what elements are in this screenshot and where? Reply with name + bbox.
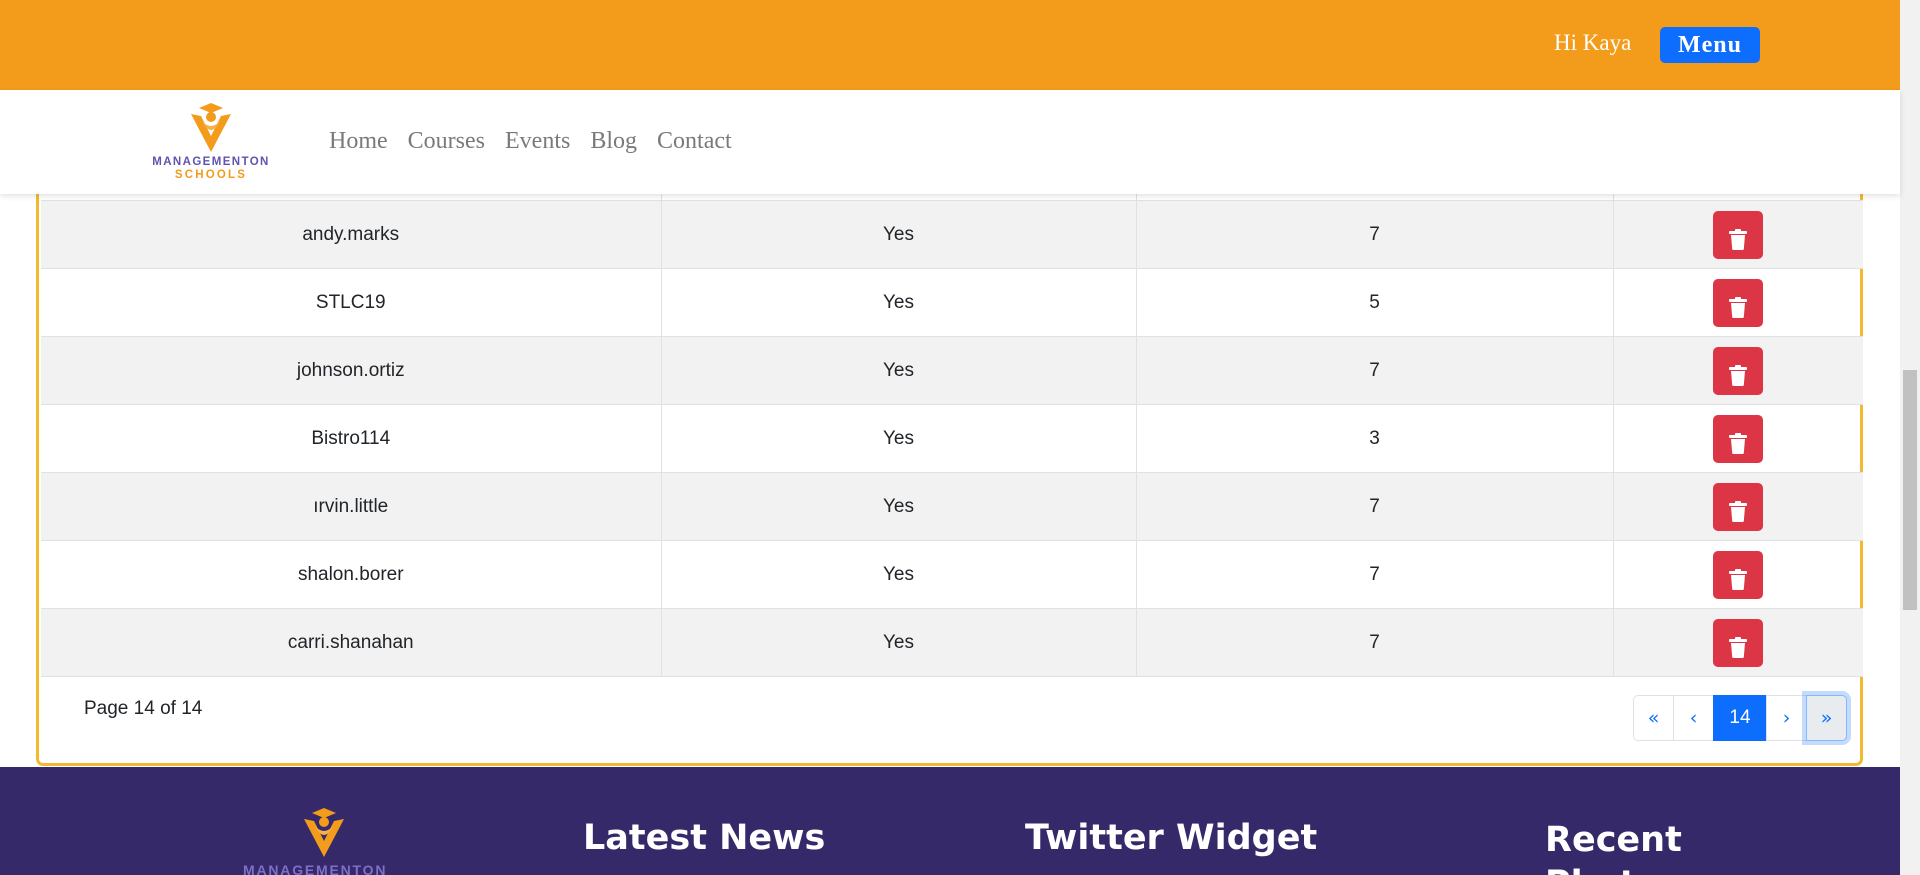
page-first-button[interactable]: « (1633, 695, 1674, 741)
status-cell: Yes (661, 472, 1137, 541)
status-cell: Yes (661, 268, 1137, 337)
delete-button[interactable] (1713, 618, 1764, 667)
page-prev-button[interactable]: ‹ (1673, 695, 1714, 741)
count-cell: 7 (1136, 472, 1614, 541)
table-row: STLC19 Yes 5 (41, 268, 1863, 337)
nav-events[interactable]: Events (505, 128, 570, 155)
delete-button[interactable] (1713, 482, 1764, 531)
actions-cell (1613, 472, 1863, 541)
status-cell: Yes (661, 540, 1137, 609)
delete-button[interactable] (1713, 210, 1764, 259)
nav-courses[interactable]: Courses (408, 128, 485, 155)
username-cell: carri.shanahan (41, 608, 662, 677)
trash-icon (1729, 229, 1748, 250)
footer-heading-twitter-widget: Twitter Widget (1025, 818, 1318, 858)
footer-logo-icon (304, 808, 344, 857)
delete-button[interactable] (1713, 346, 1764, 395)
status-cell: Yes (661, 336, 1137, 405)
trash-icon (1729, 433, 1748, 454)
nav-home[interactable]: Home (329, 128, 388, 155)
user-greeting: Hi Kaya (1554, 30, 1632, 55)
trash-icon (1729, 297, 1748, 318)
count-cell: 7 (1136, 540, 1614, 609)
trash-icon (1729, 637, 1748, 658)
status-cell: Yes (661, 404, 1137, 473)
menu-button[interactable]: Menu (1660, 27, 1760, 63)
trash-icon (1729, 501, 1748, 522)
actions-cell (1613, 336, 1863, 405)
status-cell: Yes (661, 608, 1137, 677)
pagination: « ‹ 14 › » (1633, 695, 1847, 741)
username-cell: shalon.borer (41, 540, 662, 609)
status-cell: Yes (661, 200, 1137, 269)
count-cell: 5 (1136, 268, 1614, 337)
page-current-button[interactable]: 14 (1713, 695, 1767, 741)
page-next-button[interactable]: › (1766, 695, 1807, 741)
top-bar: Hi Kaya Menu (0, 0, 1900, 90)
count-cell: 7 (1136, 336, 1614, 405)
nav-blog[interactable]: Blog (590, 128, 637, 155)
nav-contact[interactable]: Contact (657, 128, 732, 155)
table-row: shalon.borer Yes 7 (41, 540, 1863, 609)
trash-icon (1729, 365, 1748, 386)
count-cell: 7 (1136, 200, 1614, 269)
main-navbar: MANAGEMENTON SCHOOLS Home Courses Events… (0, 90, 1900, 194)
page-scrollbar[interactable] (1900, 0, 1920, 875)
scrollbar-thumb[interactable] (1903, 370, 1917, 610)
table-row: carri.shanahan Yes 7 (41, 608, 1863, 677)
logo-text-primary: MANAGEMENTON (152, 156, 270, 168)
logo-text-secondary: SCHOOLS (174, 169, 248, 181)
delete-button[interactable] (1713, 278, 1764, 327)
users-table-body: andy.marks Yes 7 STLC19 Yes 5 johnson.ortiz Yes… (41, 160, 1863, 677)
actions-cell (1613, 268, 1863, 337)
table-row: ırvin.little Yes 7 (41, 472, 1863, 541)
delete-button[interactable] (1713, 550, 1764, 599)
username-cell: Bistro114 (41, 404, 662, 473)
footer-heading-recent-photos: Recent Photos (1545, 820, 1682, 875)
table-row: Bistro114 Yes 3 (41, 404, 1863, 473)
count-cell: 7 (1136, 608, 1614, 677)
footer-logo-text: MANAGEMENTON (243, 862, 388, 875)
main-nav: Home Courses Events Blog Contact (329, 128, 732, 155)
users-table: andy.marks Yes 7 STLC19 Yes 5 johnson.ortiz Yes… (41, 160, 1863, 677)
actions-cell (1613, 540, 1863, 609)
site-logo[interactable]: MANAGEMENTON SCHOOLS (146, 102, 276, 184)
username-cell: johnson.ortiz (41, 336, 662, 405)
footer-heading-latest-news: Latest News (583, 818, 826, 858)
actions-cell (1613, 404, 1863, 473)
table-row: johnson.ortiz Yes 7 (41, 336, 1863, 405)
table-row: andy.marks Yes 7 (41, 200, 1863, 269)
delete-button[interactable] (1713, 414, 1764, 463)
site-footer: MANAGEMENTON Latest News Twitter Widget … (0, 767, 1900, 875)
trash-icon (1729, 569, 1748, 590)
username-cell: STLC19 (41, 268, 662, 337)
page-info: Page 14 of 14 (84, 698, 203, 719)
count-cell: 3 (1136, 404, 1614, 473)
actions-cell (1613, 608, 1863, 677)
username-cell: ırvin.little (41, 472, 662, 541)
graduate-logo-icon (191, 103, 231, 152)
username-cell: andy.marks (41, 200, 662, 269)
actions-cell (1613, 200, 1863, 269)
page-last-button[interactable]: » (1806, 695, 1847, 741)
users-table-card: andy.marks Yes 7 STLC19 Yes 5 johnson.ortiz Yes… (36, 160, 1863, 766)
